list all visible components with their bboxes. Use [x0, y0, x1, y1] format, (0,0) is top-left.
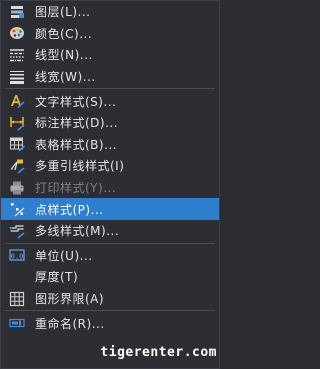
- menu-item-label: 线宽(W)...: [35, 70, 96, 85]
- menu-item-label: 图层(L)...: [35, 5, 91, 20]
- units-icon: 0.0: [9, 247, 25, 263]
- svg-text:0.0: 0.0: [11, 253, 24, 261]
- menu-item-text-style[interactable]: 文字样式(S)...: [1, 90, 219, 112]
- menu-item-linetype[interactable]: 线型(N)...: [1, 44, 219, 66]
- menu-separator: [5, 310, 215, 312]
- menu-item-table-style[interactable]: 表格样式(B)...: [1, 134, 219, 156]
- menu-item-label: 厚度(T): [35, 270, 79, 285]
- menu-item-label: 文字样式(S)...: [35, 94, 117, 109]
- menu-item-label: 点样式(P)...: [35, 202, 104, 217]
- text-style-icon: [9, 93, 25, 109]
- layers-icon: [9, 4, 25, 20]
- menu-separator: [5, 242, 215, 244]
- linetype-icon: [9, 47, 25, 63]
- drawing-limits-icon: [9, 291, 25, 307]
- menu-item-label: 多线样式(M)...: [35, 224, 120, 239]
- menu-separator: [5, 88, 215, 90]
- thickness-icon: [9, 269, 25, 285]
- lineweight-icon: [9, 69, 25, 85]
- point-style-icon: [9, 201, 25, 217]
- menu-group-rename: 重命名(R)...: [1, 312, 219, 334]
- menu-item-thickness[interactable]: 厚度(T): [1, 266, 219, 288]
- menu-item-label: 图形界限(A): [35, 292, 105, 307]
- watermark-text: tigerenter.com: [100, 345, 217, 360]
- menu-group-styles: 文字样式(S)... 标注样式(D)... 表格样式(B)... 多重引线样式(…: [1, 90, 219, 241]
- menu-item-layer[interactable]: 图层(L)...: [1, 1, 219, 23]
- menu-group-drawing: 0.0 单位(U)... 厚度(T) 图形界限(A): [1, 245, 219, 310]
- menu-item-drawing-limits[interactable]: 图形界限(A): [1, 288, 219, 310]
- menu-item-label: 重命名(R)...: [35, 316, 105, 331]
- menu-item-label: 单位(U)...: [35, 248, 93, 263]
- menu-item-units[interactable]: 0.0 单位(U)...: [1, 245, 219, 267]
- menu-item-plot-style[interactable]: 打印样式(Y)...: [1, 177, 219, 199]
- plot-style-icon: [9, 180, 25, 196]
- table-style-icon: [9, 136, 25, 152]
- dimension-style-icon: [9, 115, 25, 131]
- menu-item-label: 线型(N)...: [35, 48, 93, 63]
- menu-item-label: 多重引线样式(I): [35, 159, 125, 174]
- menu-item-label: 颜色(C)...: [35, 26, 93, 41]
- color-palette-icon: [9, 25, 25, 41]
- rename-icon: [9, 315, 25, 331]
- menu-item-point-style[interactable]: 点样式(P)...: [1, 198, 219, 220]
- menu-item-rename[interactable]: 重命名(R)...: [1, 312, 219, 334]
- format-menu: 图层(L)... 颜色(C)... 线型(N)... 线宽(W)... 文字样式…: [0, 0, 220, 369]
- menu-item-dimension-style[interactable]: 标注样式(D)...: [1, 112, 219, 134]
- multiline-style-icon: [9, 223, 25, 239]
- multileader-style-icon: [9, 158, 25, 174]
- menu-item-label: 表格样式(B)...: [35, 137, 118, 152]
- menu-item-lineweight[interactable]: 线宽(W)...: [1, 66, 219, 88]
- menu-item-label: 打印样式(Y)...: [35, 181, 117, 196]
- menu-group-layer-props: 图层(L)... 颜色(C)... 线型(N)... 线宽(W)...: [1, 1, 219, 87]
- menu-item-multiline-style[interactable]: 多线样式(M)...: [1, 220, 219, 242]
- menu-item-label: 标注样式(D)...: [35, 116, 119, 131]
- menu-item-multileader-style[interactable]: 多重引线样式(I): [1, 155, 219, 177]
- menu-item-color[interactable]: 颜色(C)...: [1, 23, 219, 45]
